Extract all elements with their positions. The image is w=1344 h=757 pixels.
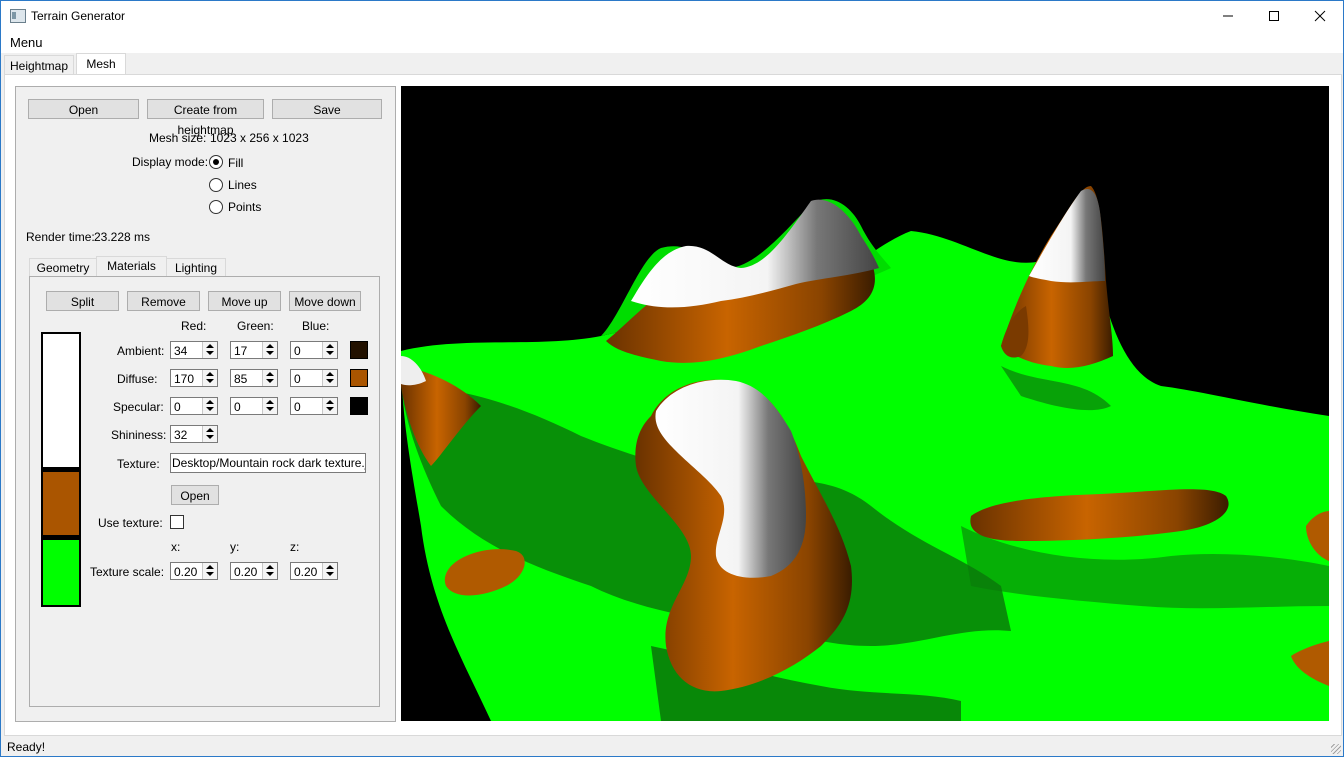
window-title: Terrain Generator — [31, 9, 126, 23]
menu-bar: Menu — [1, 31, 1343, 53]
texture-scale-y-spinbox[interactable]: 0.20 — [230, 562, 278, 580]
tab-materials[interactable]: Materials — [96, 256, 167, 278]
move-down-button[interactable]: Move down — [289, 291, 361, 311]
texture-scale-x-spinbox[interactable]: 0.20 — [170, 562, 218, 580]
specular-green-spinbox[interactable]: 0 — [230, 397, 278, 415]
layer-snow[interactable] — [43, 334, 79, 467]
mesh-size-label: Mesh size: — [149, 131, 207, 145]
shininess-spinbox[interactable]: 32 — [170, 425, 218, 443]
diffuse-label: Diffuse: — [117, 372, 158, 386]
save-mesh-button[interactable]: Save — [272, 99, 382, 119]
move-up-button[interactable]: Move up — [208, 291, 281, 311]
blue-header: Blue: — [302, 319, 330, 333]
display-mode-label: Display mode: — [132, 155, 209, 169]
diffuse-red-spinbox[interactable]: 170 — [170, 369, 218, 387]
use-texture-checkbox[interactable] — [170, 515, 184, 529]
ambient-label: Ambient: — [117, 344, 165, 358]
specular-red-spinbox[interactable]: 0 — [170, 397, 218, 415]
tab-geometry[interactable]: Geometry — [29, 258, 97, 278]
title-bar: Terrain Generator — [1, 1, 1343, 31]
diffuse-color-swatch — [350, 369, 368, 387]
display-mode-points-label[interactable]: Points — [228, 200, 261, 214]
remove-button[interactable]: Remove — [127, 291, 200, 311]
create-from-heightmap-button[interactable]: Create from heightmap — [147, 99, 264, 137]
diffuse-green-spinbox[interactable]: 85 — [230, 369, 278, 387]
ambient-color-swatch — [350, 341, 368, 359]
status-text: Ready! — [7, 740, 46, 754]
scale-z-header: z: — [290, 540, 300, 554]
render-time-value: 23.228 ms — [94, 230, 151, 244]
open-texture-button[interactable]: Open — [171, 485, 219, 505]
display-mode-points-radio[interactable] — [209, 200, 223, 214]
green-header: Green: — [237, 319, 274, 333]
specular-color-swatch — [350, 397, 368, 415]
close-icon — [1314, 10, 1326, 22]
material-layers-bar[interactable] — [41, 332, 81, 607]
app-icon — [10, 9, 26, 23]
menu-item-menu[interactable]: Menu — [10, 35, 43, 50]
open-mesh-button[interactable]: Open — [28, 99, 139, 119]
texture-label: Texture: — [117, 457, 160, 471]
ambient-red-spinbox[interactable]: 34 — [170, 341, 218, 359]
texture-scale-label: Texture scale: — [90, 565, 165, 579]
use-texture-label: Use texture: — [98, 516, 163, 530]
shininess-label: Shininess: — [111, 428, 167, 442]
maximize-icon — [1269, 11, 1279, 21]
specular-blue-spinbox[interactable]: 0 — [290, 397, 338, 415]
tab-mesh[interactable]: Mesh — [76, 53, 126, 76]
split-button[interactable]: Split — [46, 291, 119, 311]
specular-label: Specular: — [113, 400, 164, 414]
close-button[interactable] — [1297, 1, 1343, 31]
red-header: Red: — [181, 319, 207, 333]
ambient-green-spinbox[interactable]: 17 — [230, 341, 278, 359]
ambient-blue-spinbox[interactable]: 0 — [290, 341, 338, 359]
terrain-render — [401, 186, 1329, 721]
texture-path-input[interactable]: Desktop/Mountain rock dark texture.jpg — [170, 453, 366, 473]
minimize-icon — [1223, 15, 1233, 17]
mesh-3d-viewport[interactable] — [401, 86, 1329, 721]
display-mode-fill-radio[interactable] — [209, 155, 223, 169]
display-mode-fill-label[interactable]: Fill — [228, 156, 243, 170]
scale-x-header: x: — [171, 540, 181, 554]
layer-grass[interactable] — [43, 540, 79, 605]
tab-lighting[interactable]: Lighting — [166, 258, 226, 278]
display-mode-lines-radio[interactable] — [209, 178, 223, 192]
minimize-button[interactable] — [1205, 1, 1251, 31]
display-mode-lines-label[interactable]: Lines — [228, 178, 257, 192]
maximize-button[interactable] — [1251, 1, 1297, 31]
layer-rock[interactable] — [43, 472, 79, 535]
diffuse-blue-spinbox[interactable]: 0 — [290, 369, 338, 387]
render-time-label: Render time: — [26, 230, 95, 244]
texture-scale-z-spinbox[interactable]: 0.20 — [290, 562, 338, 580]
resize-grip-icon[interactable] — [1331, 744, 1341, 754]
mesh-size-value: 1023 x 256 x 1023 — [210, 131, 309, 145]
app-window: Terrain Generator Menu Heightmap Mesh Op… — [0, 0, 1344, 757]
scale-y-header: y: — [230, 540, 240, 554]
status-bar: Ready! — [1, 738, 1343, 756]
